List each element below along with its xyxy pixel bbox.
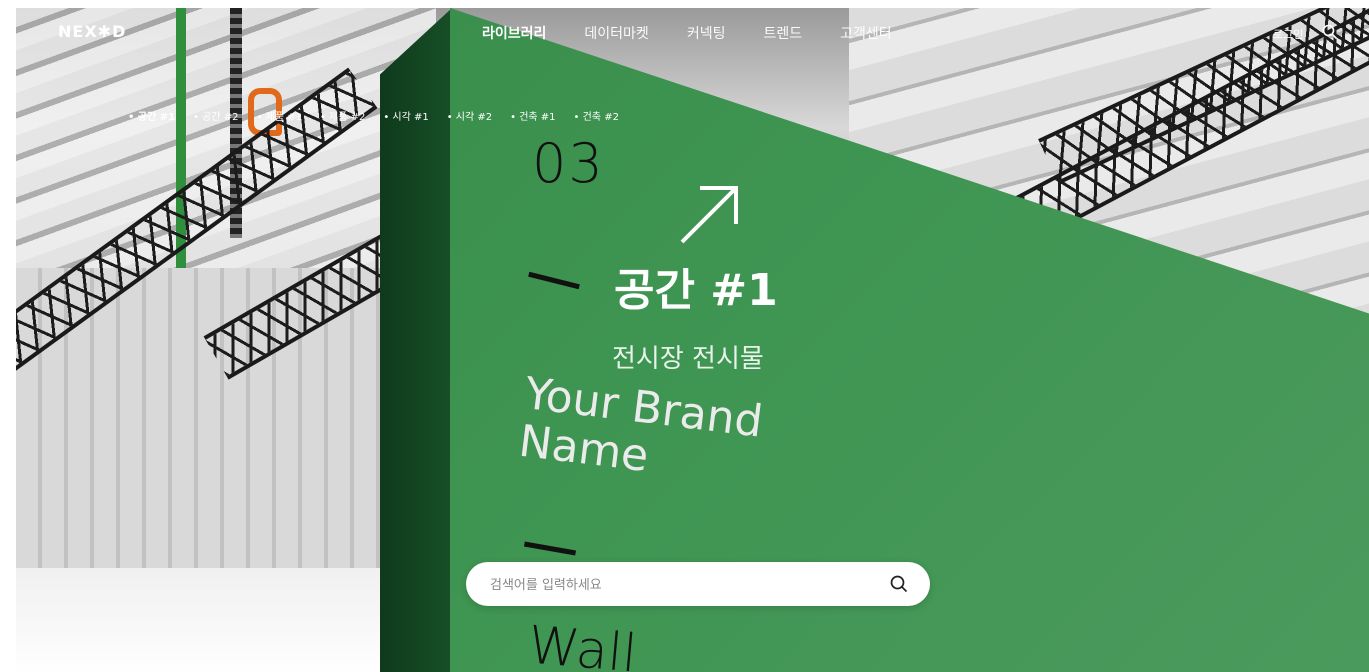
search-input[interactable] [488,562,872,608]
wall-text: Wall [525,615,640,672]
hero-subtitle: 전시장 전시물 [612,344,764,374]
nav-item-library[interactable]: 라이브러리 [482,23,546,43]
nav-item-trend[interactable]: 트렌드 [763,23,802,43]
hero-stage: NEX✱D 라이브러리 데이터마켓 커넥팅 트렌드 고객센터 로그인 공간 #1… [16,8,1369,672]
category-tab[interactable]: 건축 #2 [574,108,619,123]
category-tab[interactable]: 건축 #1 [510,108,555,123]
slide-number: 03 [532,132,605,195]
search-icon[interactable] [890,575,908,593]
category-tab[interactable]: 제품 #1 [257,108,302,123]
search-bar [466,562,930,608]
nav-item-connecting[interactable]: 커넥팅 [687,23,726,43]
nav-item-support[interactable]: 고객센터 [840,23,892,43]
category-tab[interactable]: 제품 #2 [320,108,365,123]
search-icon[interactable] [1322,24,1338,40]
category-tab[interactable]: 시각 #1 [383,108,428,123]
login-link[interactable]: 로그인 [1273,26,1303,42]
arrow-up-right-icon [680,186,738,244]
site-logo[interactable]: NEX✱D [58,22,126,41]
hero-title: 공간 #1 [614,265,778,316]
category-tab[interactable]: 공간 #2 [193,108,238,123]
category-tab[interactable]: 공간 #1 [128,108,175,123]
warehouse-floor [16,568,396,672]
main-nav: 라이브러리 데이터마켓 커넥팅 트렌드 고객센터 [482,23,892,43]
category-tabs: 공간 #1 공간 #2 제품 #1 제품 #2 시각 #1 시각 #2 건축 #… [128,108,619,123]
nav-item-data-market[interactable]: 데이터마켓 [584,23,648,43]
category-tab[interactable]: 시각 #2 [447,108,492,123]
